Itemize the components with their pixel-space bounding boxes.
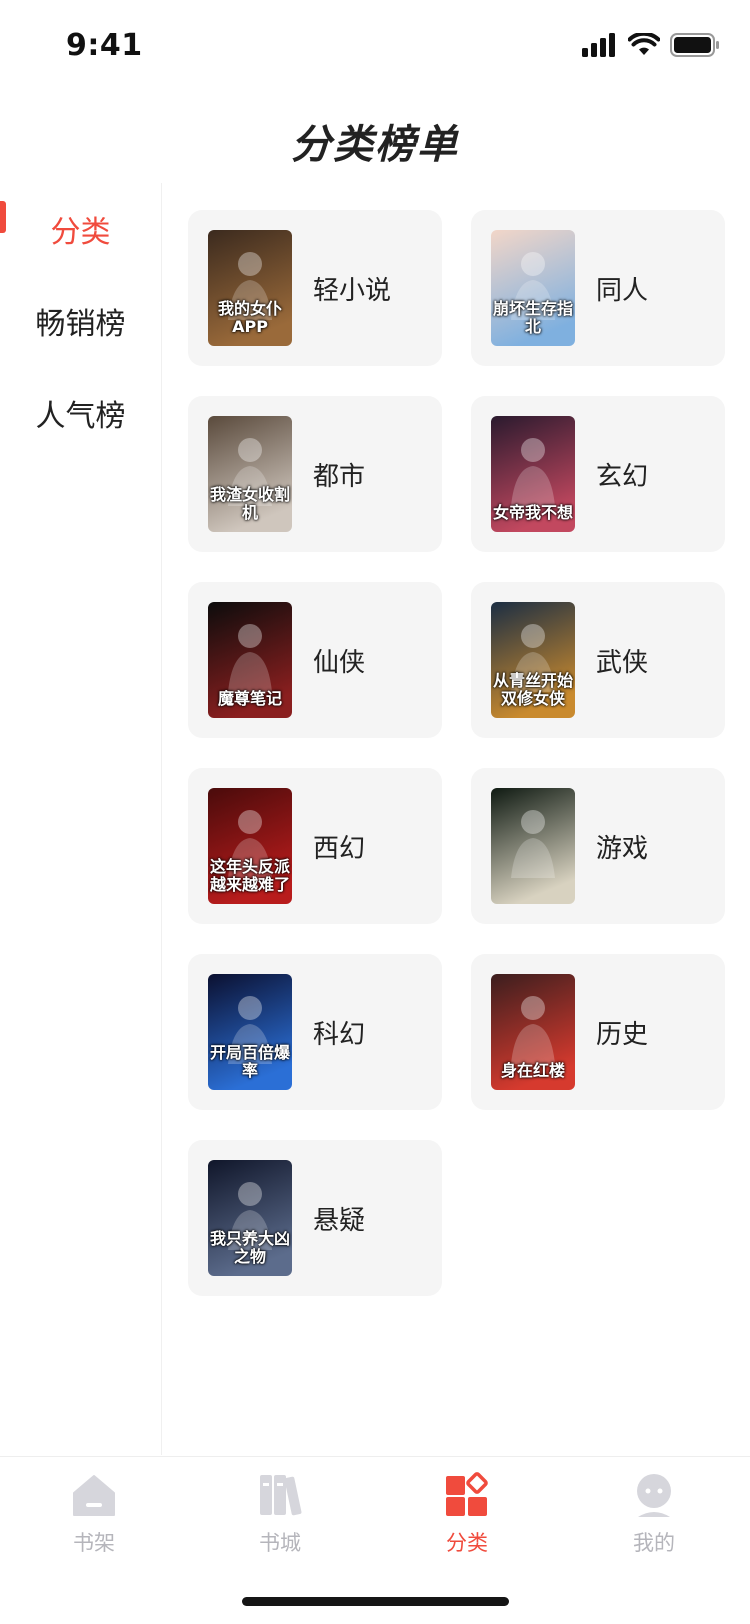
wifi-icon bbox=[628, 33, 660, 55]
category-label: 轻小说 bbox=[313, 275, 392, 306]
tab-category[interactable]: 分类 bbox=[407, 1471, 527, 1557]
sidebar-item-category[interactable]: 分类 bbox=[0, 183, 161, 275]
status-bar: 9:41 bbox=[0, 0, 750, 92]
sidebar-item-label: 人气榜 bbox=[35, 399, 126, 434]
category-card[interactable]: 我渣女收割机 都市 bbox=[188, 396, 442, 552]
category-card[interactable]: 开局百倍爆率 科幻 bbox=[188, 954, 442, 1110]
category-label: 仙侠 bbox=[313, 647, 366, 678]
cover-title: 崩坏生存指北 bbox=[493, 299, 574, 336]
category-label: 同人 bbox=[596, 275, 649, 306]
sidebar-item-label: 畅销榜 bbox=[35, 307, 126, 342]
cover-title: 身在红楼 bbox=[500, 1061, 565, 1080]
category-card[interactable]: 游戏 bbox=[471, 768, 725, 924]
battery-icon bbox=[670, 33, 719, 57]
sidebar-item-label: 分类 bbox=[50, 215, 111, 250]
category-label: 西幻 bbox=[313, 833, 366, 864]
page-title: 分类榜单 bbox=[291, 122, 459, 168]
category-label: 游戏 bbox=[596, 833, 649, 864]
book-cover: 我渣女收割机 bbox=[208, 416, 292, 532]
category-label: 都市 bbox=[313, 461, 366, 492]
home-indicator bbox=[242, 1597, 509, 1606]
sidebar-item-popular[interactable]: 人气榜 bbox=[0, 367, 161, 459]
bookshelf-icon bbox=[73, 1475, 115, 1516]
book-cover bbox=[491, 788, 575, 904]
tab-bar: 书架 书城 分类 我的 bbox=[0, 1456, 750, 1624]
book-cover: 开局百倍爆率 bbox=[208, 974, 292, 1090]
sidebar: 分类 畅销榜 人气榜 bbox=[0, 183, 162, 1455]
tab-label: 分类 bbox=[446, 1531, 488, 1555]
cover-title: 我只养大凶之物 bbox=[210, 1229, 291, 1266]
status-icons bbox=[582, 32, 720, 58]
category-card[interactable]: 我只养大凶之物 悬疑 bbox=[188, 1140, 442, 1296]
cover-title: 开局百倍爆率 bbox=[210, 1043, 291, 1080]
book-cover: 崩坏生存指北 bbox=[491, 230, 575, 346]
cover-title: 魔尊笔记 bbox=[217, 689, 282, 708]
book-cover: 从青丝开始双修女侠 bbox=[491, 602, 575, 718]
category-label: 历史 bbox=[596, 1019, 649, 1050]
category-card[interactable]: 这年头反派越来越难了 西幻 bbox=[188, 768, 442, 924]
cover-title: 女帝我不想 bbox=[493, 503, 574, 522]
book-cover: 身在红楼 bbox=[491, 974, 575, 1090]
category-grid: 我的女仆APP 轻小说 崩坏生存指北 同人 我渣女收割机 都市 女帝我不想 玄幻… bbox=[188, 210, 725, 1296]
tab-label: 我的 bbox=[633, 1531, 675, 1555]
cover-title: 我渣女收割机 bbox=[210, 485, 291, 522]
tab-label: 书城 bbox=[259, 1531, 301, 1555]
book-cover: 我只养大凶之物 bbox=[208, 1160, 292, 1276]
category-card[interactable]: 身在红楼 历史 bbox=[471, 954, 725, 1110]
cover-title: 这年头反派越来越难了 bbox=[210, 857, 291, 894]
book-cover: 魔尊笔记 bbox=[208, 602, 292, 718]
status-time: 9:41 bbox=[66, 28, 143, 63]
tab-profile[interactable]: 我的 bbox=[594, 1471, 714, 1557]
cover-title: 我的女仆APP bbox=[217, 299, 282, 336]
category-card[interactable]: 我的女仆APP 轻小说 bbox=[188, 210, 442, 366]
book-cover: 女帝我不想 bbox=[491, 416, 575, 532]
category-card[interactable]: 女帝我不想 玄幻 bbox=[471, 396, 725, 552]
book-cover: 我的女仆APP bbox=[208, 230, 292, 346]
tab-bookshelf[interactable]: 书架 bbox=[34, 1471, 154, 1557]
category-label: 武侠 bbox=[596, 647, 649, 678]
category-label: 科幻 bbox=[313, 1019, 366, 1050]
category-label: 玄幻 bbox=[596, 461, 649, 492]
category-card[interactable]: 魔尊笔记 仙侠 bbox=[188, 582, 442, 738]
cover-art bbox=[491, 788, 575, 904]
tab-label: 书架 bbox=[73, 1531, 115, 1555]
book-cover: 这年头反派越来越难了 bbox=[208, 788, 292, 904]
bookstore-icon bbox=[260, 1475, 302, 1516]
signal-icon bbox=[582, 33, 615, 57]
profile-icon bbox=[637, 1474, 671, 1517]
cover-title: 从青丝开始双修女侠 bbox=[493, 671, 574, 708]
category-label: 悬疑 bbox=[313, 1205, 366, 1236]
category-card[interactable]: 崩坏生存指北 同人 bbox=[471, 210, 725, 366]
sidebar-item-bestseller[interactable]: 畅销榜 bbox=[0, 275, 161, 367]
active-indicator bbox=[0, 201, 6, 233]
tab-bookstore[interactable]: 书城 bbox=[220, 1471, 340, 1557]
category-icon bbox=[446, 1472, 488, 1516]
category-card[interactable]: 从青丝开始双修女侠 武侠 bbox=[471, 582, 725, 738]
